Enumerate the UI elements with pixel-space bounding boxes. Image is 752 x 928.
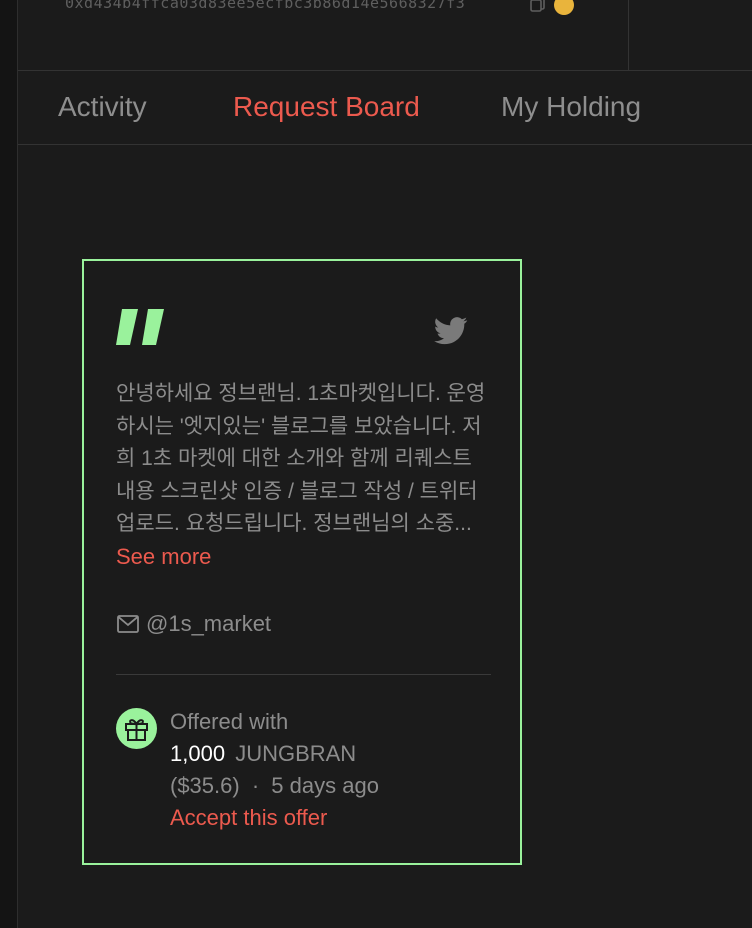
left-panel-edge xyxy=(0,0,18,928)
meta-separator: · xyxy=(251,773,260,798)
wallet-address: 0xd434b4ffca03d83ee5ecfbc3b86d14e5668327… xyxy=(65,0,466,12)
tab-bar: Activity Request Board My Holding xyxy=(18,71,752,145)
request-body: 안녕하세요 정브랜님. 1초마켓입니다. 운영하시는 '엣지있는' 블로그를 보… xyxy=(116,382,486,535)
offer-amount: 1,000 xyxy=(170,741,226,766)
twitter-icon[interactable] xyxy=(434,317,468,345)
request-card: 안녕하세요 정브랜님. 1초마켓입니다. 운영하시는 '엣지있는' 블로그를 보… xyxy=(82,259,522,865)
copy-icon[interactable] xyxy=(529,0,547,12)
card-divider xyxy=(116,674,491,675)
tab-request-board[interactable]: Request Board xyxy=(233,91,420,123)
wallet-header: 0xd434b4ffca03d83ee5ecfbc3b86d14e5668327… xyxy=(18,0,752,71)
header-divider xyxy=(628,0,629,70)
accept-offer-button[interactable]: Accept this offer xyxy=(170,805,327,831)
offer-meta: ($35.6) · 5 days ago xyxy=(170,773,379,799)
token-icon xyxy=(554,0,574,15)
offer-fiat-value: ($35.6) xyxy=(170,773,240,798)
offer-time: 5 days ago xyxy=(271,773,379,798)
mail-icon xyxy=(117,615,139,633)
offer-amount-line: 1,000 JUNGBRAN xyxy=(170,741,356,767)
see-more-link[interactable]: See more xyxy=(116,544,211,570)
gift-icon xyxy=(116,708,157,749)
contact-handle[interactable]: @1s_market xyxy=(146,611,271,637)
offer-label: Offered with xyxy=(170,709,289,734)
quote-icon xyxy=(116,309,166,345)
offer-token-symbol: JUNGBRAN xyxy=(235,741,357,766)
tab-my-holding[interactable]: My Holding xyxy=(501,91,641,123)
tab-activity[interactable]: Activity xyxy=(58,91,147,123)
